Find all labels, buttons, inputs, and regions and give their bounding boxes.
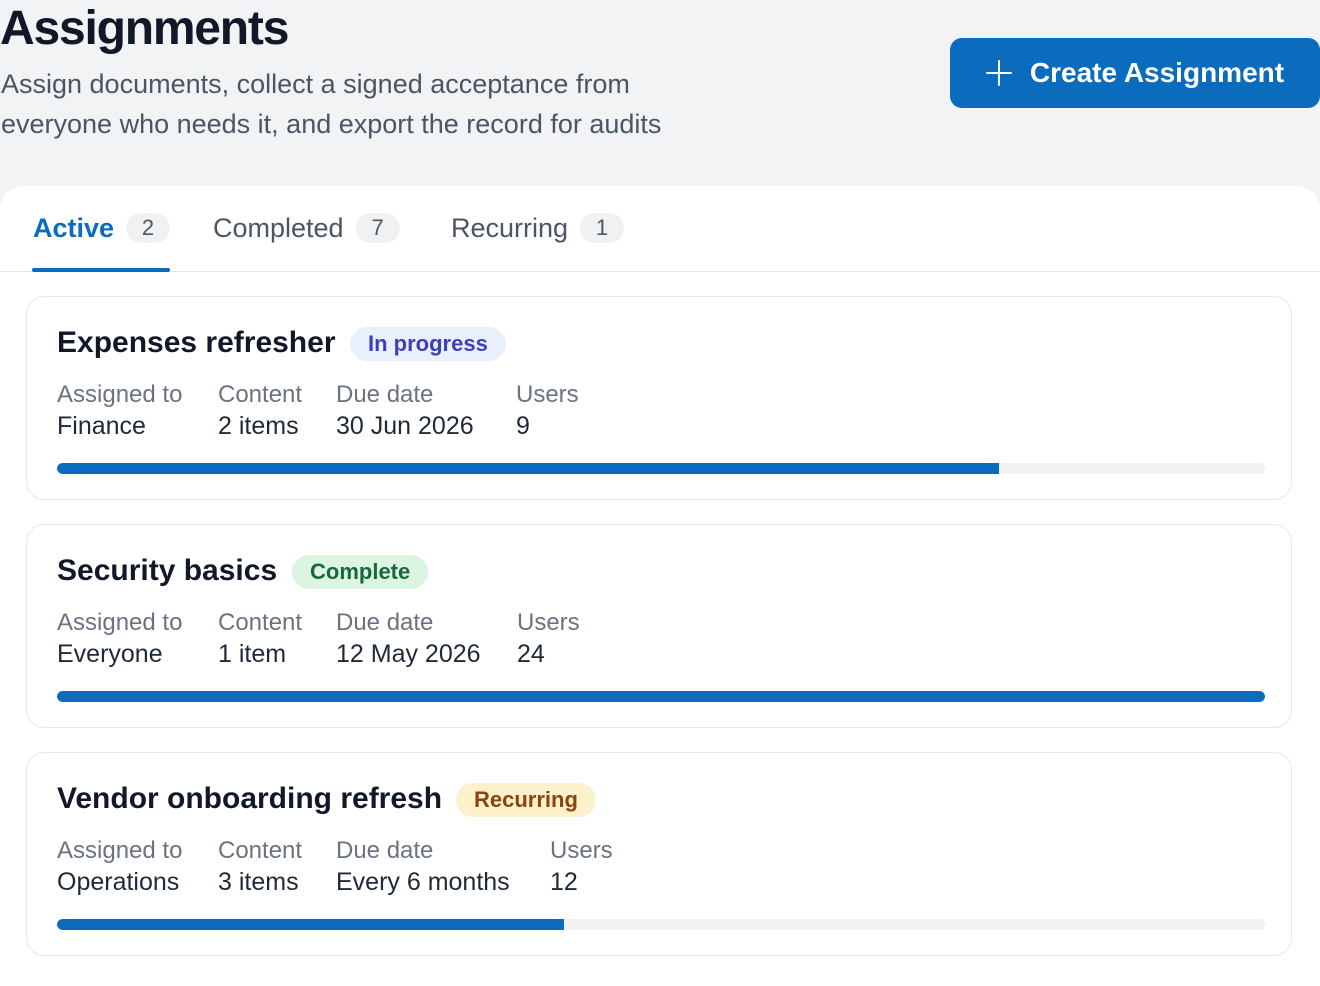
assignment-title: Expenses refresher (57, 326, 336, 359)
create-assignment-button[interactable]: Create Assignment (950, 38, 1320, 108)
assigned-to-value: Finance (57, 412, 146, 440)
plus-icon (985, 60, 1012, 86)
tab-count: 7 (355, 213, 400, 243)
page-header: Assignments Assign documents, collect a … (0, 0, 1320, 186)
tab-completed[interactable]: Completed 7 (213, 186, 400, 270)
assigned-to-label: Assigned to (57, 609, 183, 636)
assignments-panel: Active 2 Completed 7 Recurring 1 Expense… (0, 186, 1320, 986)
assignment-title: Security basics (57, 554, 278, 587)
assignment-card-security-basics[interactable]: Security basics Complete Assigned to Eve… (26, 524, 1292, 728)
create-assignment-label: Create Assignment (1029, 57, 1285, 88)
assignment-card-expenses-refresher[interactable]: Expenses refresher In progress Assigned … (26, 296, 1292, 500)
progress-bar-fill (57, 463, 1000, 474)
active-tab-indicator (32, 268, 171, 272)
users-value: 12 (550, 868, 578, 896)
content-value: 3 items (218, 868, 299, 896)
progress-bar (57, 919, 1265, 930)
tab-label: Active (33, 212, 115, 243)
due-date-value: Every 6 months (336, 868, 510, 896)
users-value: 24 (517, 640, 545, 668)
users-label: Users (516, 381, 579, 408)
page-subtitle: Assign documents, collect a signed accep… (1, 69, 662, 139)
progress-bar (57, 463, 1265, 474)
progress-bar (57, 691, 1265, 702)
status-badge: Recurring (456, 783, 596, 817)
content-label: Content (218, 381, 303, 408)
assignment-title: Vendor onboarding refresh (57, 782, 443, 815)
assignment-card-vendor-onboarding-refresh[interactable]: Vendor onboarding refresh Recurring Assi… (26, 752, 1292, 956)
content-value: 2 items (218, 412, 299, 440)
users-label: Users (517, 609, 580, 636)
due-date-label: Due date (336, 609, 434, 636)
progress-bar-fill (57, 691, 1265, 702)
status-badge: Complete (292, 555, 429, 589)
assigned-to-value: Everyone (57, 640, 163, 668)
assigned-to-label: Assigned to (57, 837, 183, 864)
content-label: Content (218, 837, 303, 864)
tab-bar: Active 2 Completed 7 Recurring 1 (0, 186, 1320, 272)
users-value: 9 (516, 412, 530, 440)
status-badge: In progress (350, 327, 506, 361)
tab-label: Completed (213, 212, 344, 243)
progress-bar-fill (57, 919, 565, 930)
due-date-value: 30 Jun 2026 (336, 412, 474, 440)
page-title: Assignments (0, 2, 289, 55)
content-value: 1 item (218, 640, 287, 668)
due-date-label: Due date (336, 381, 434, 408)
content-label: Content (218, 609, 303, 636)
tab-label: Recurring (451, 212, 569, 243)
due-date-value: 12 May 2026 (336, 640, 481, 668)
tab-count: 2 (126, 213, 171, 243)
users-label: Users (550, 837, 613, 864)
assigned-to-value: Operations (57, 868, 180, 896)
tab-recurring[interactable]: Recurring 1 (451, 186, 625, 270)
due-date-label: Due date (336, 837, 434, 864)
assigned-to-label: Assigned to (57, 381, 183, 408)
tab-active[interactable]: Active 2 (32, 186, 171, 272)
tab-count: 1 (580, 213, 625, 243)
